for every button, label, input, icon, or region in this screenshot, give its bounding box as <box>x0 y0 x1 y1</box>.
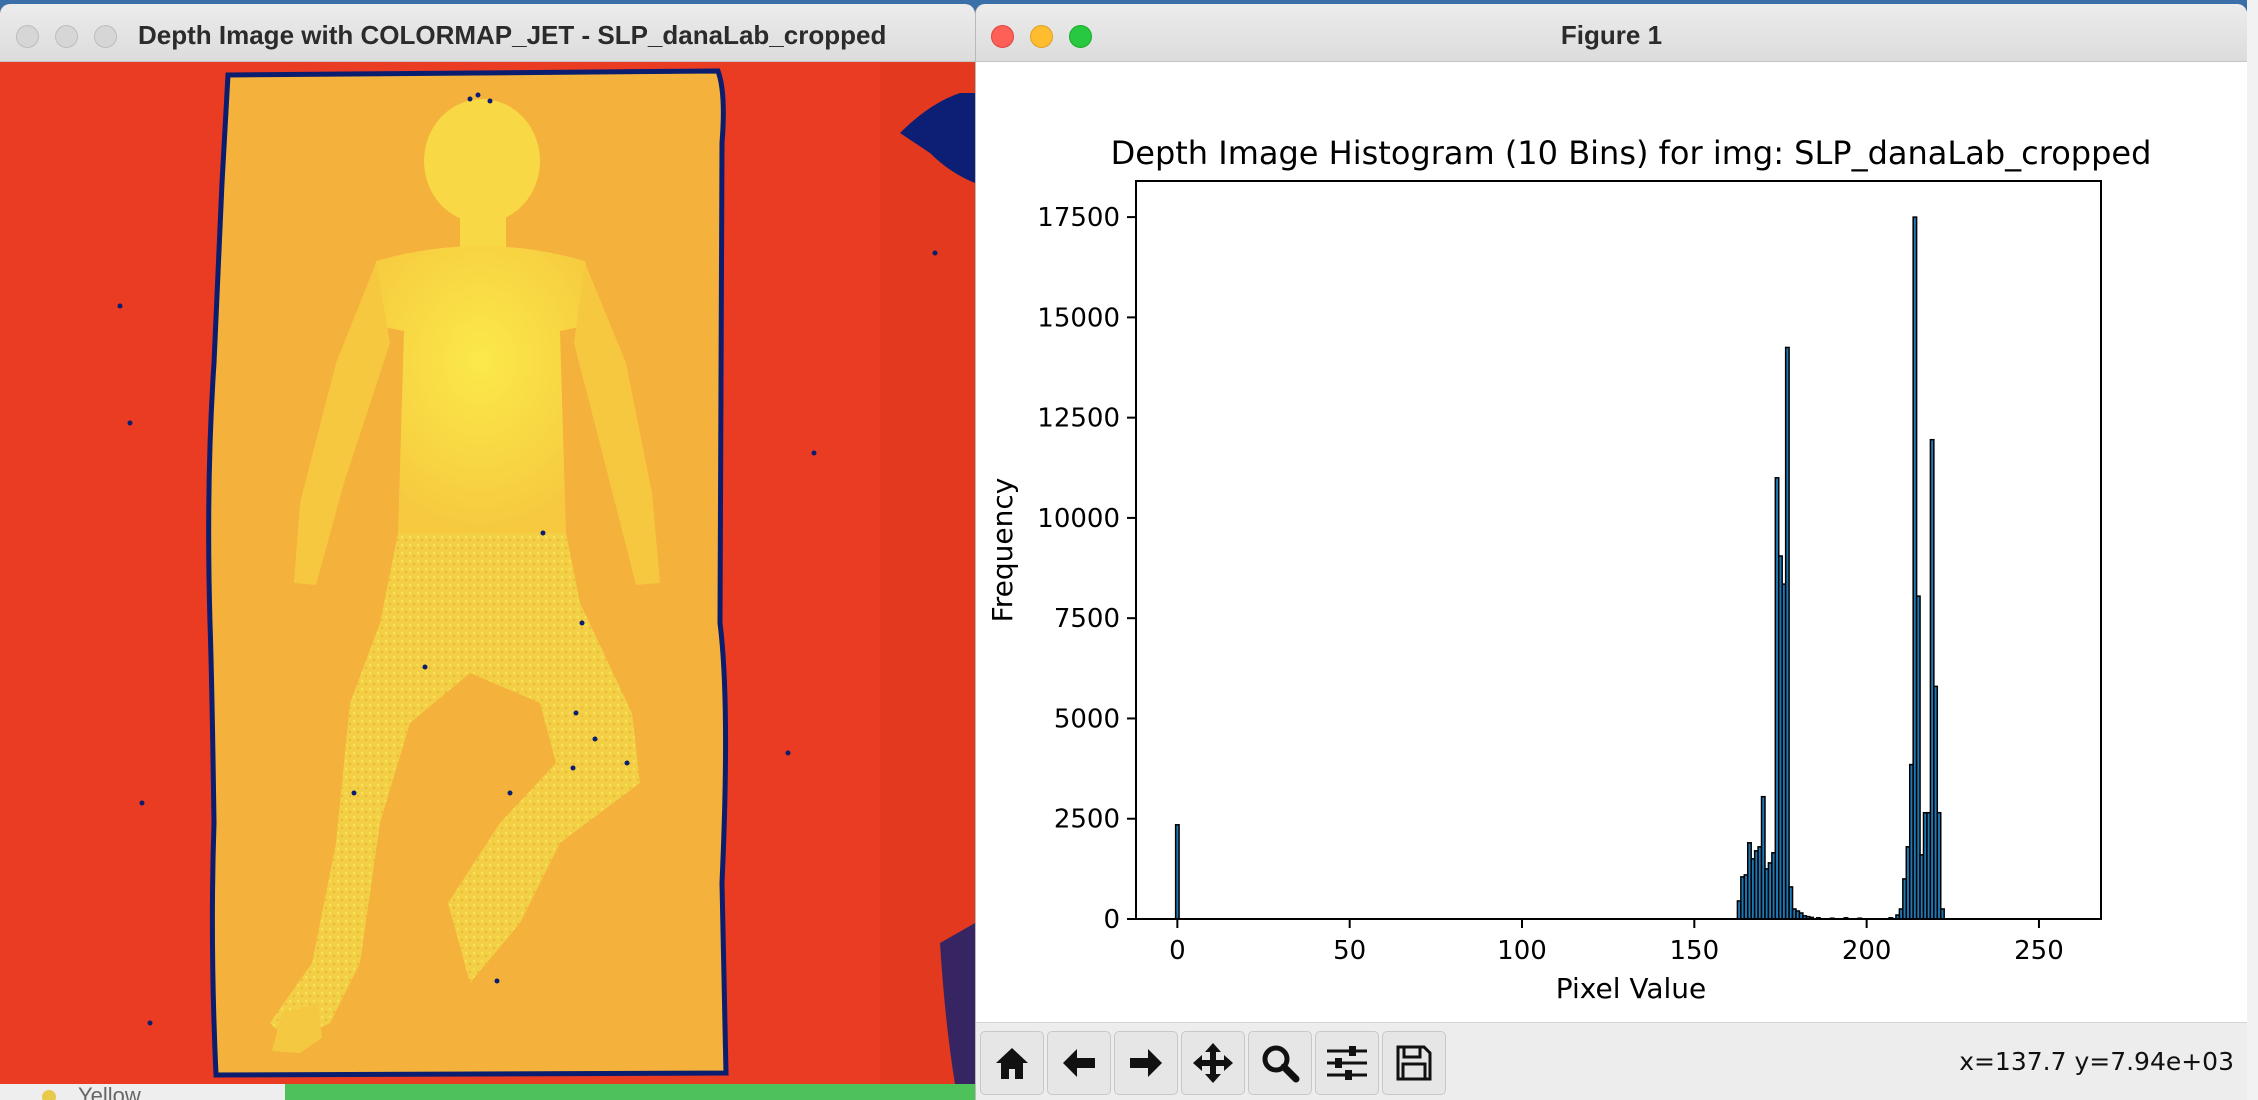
back-button[interactable] <box>1047 1031 1111 1095</box>
y-tick-label: 17500 <box>1037 203 1120 233</box>
figure-window-titlebar: Figure 1 <box>976 4 2247 62</box>
x-tick-label: 150 <box>1670 936 1720 966</box>
y-tick-label: 12500 <box>1037 404 1120 434</box>
x-tick-label: 250 <box>2014 936 2064 966</box>
histogram-bars <box>1174 216 1945 920</box>
x-tick-label: 100 <box>1497 936 1547 966</box>
depth-image-window: Depth Image with COLORMAP_JET - SLP_dana… <box>0 4 975 1084</box>
configure-subplots-button[interactable] <box>1315 1031 1379 1095</box>
close-button[interactable] <box>16 25 39 48</box>
zoom-button[interactable] <box>1248 1031 1312 1095</box>
x-tick-label: 50 <box>1333 936 1366 966</box>
home-button[interactable] <box>980 1031 1044 1095</box>
y-tick-label: 7500 <box>1054 604 1120 634</box>
desktop-edge <box>2247 0 2258 1100</box>
yellow-dot-icon <box>42 1090 56 1100</box>
save-button[interactable] <box>1382 1031 1446 1095</box>
forward-button[interactable] <box>1114 1031 1178 1095</box>
y-axis-label: Frequency <box>986 478 1019 623</box>
minimize-button[interactable] <box>55 25 78 48</box>
home-icon <box>996 1048 1028 1079</box>
histogram-bar <box>1174 823 1180 920</box>
desktop-label: Yellow <box>78 1083 141 1100</box>
depth-image-canvas <box>0 63 975 1084</box>
histogram-chart: Depth Image Histogram (10 Bins) for img:… <box>986 134 2152 1005</box>
plot-frame <box>1135 180 2102 920</box>
pan-move-icon <box>1193 1043 1233 1083</box>
depth-window-title: Depth Image with COLORMAP_JET - SLP_dana… <box>138 20 887 50</box>
x-tick-label: 0 <box>1169 936 1186 966</box>
save-disk-icon <box>1396 1045 1432 1081</box>
back-arrow-icon <box>1063 1049 1095 1077</box>
depth-image <box>0 63 975 1084</box>
configure-subplots-icon <box>1327 1046 1367 1080</box>
figure-toolbar: x=137.7 y=7.94e+03 <box>976 1022 2247 1100</box>
x-tick-label: 200 <box>1842 936 1892 966</box>
y-tick-label: 10000 <box>1037 504 1120 534</box>
pan-button[interactable] <box>1181 1031 1245 1095</box>
depth-window-titlebar: Depth Image with COLORMAP_JET - SLP_dana… <box>0 4 975 62</box>
y-tick-label: 2500 <box>1054 805 1120 835</box>
histogram-bar <box>1936 811 1942 920</box>
figure-window: Figure 1 Depth Image Histogram (10 Bins)… <box>975 4 2247 1100</box>
x-axis-ticks: 0 50 100 150 200 250 <box>1169 919 2064 966</box>
histogram-bar <box>1939 908 1945 920</box>
y-tick-label: 0 <box>1103 905 1120 935</box>
figure-window-title: Figure 1 <box>1560 20 1663 50</box>
y-tick-label: 15000 <box>1037 303 1120 333</box>
histogram-bar <box>1784 346 1790 920</box>
x-axis-label: Pixel Value <box>1556 972 1707 1005</box>
y-axis-ticks: 0 2500 5000 7500 10000 12500 15000 17500 <box>1037 203 1136 935</box>
zoom-button[interactable] <box>94 25 117 48</box>
chart-title: Depth Image Histogram (10 Bins) for img:… <box>1111 134 2152 172</box>
zoom-magnifier-icon <box>1262 1045 1300 1083</box>
cursor-coordinates: x=137.7 y=7.94e+03 <box>1959 1047 2234 1076</box>
y-tick-label: 5000 <box>1054 704 1120 734</box>
forward-arrow-icon <box>1130 1049 1162 1077</box>
